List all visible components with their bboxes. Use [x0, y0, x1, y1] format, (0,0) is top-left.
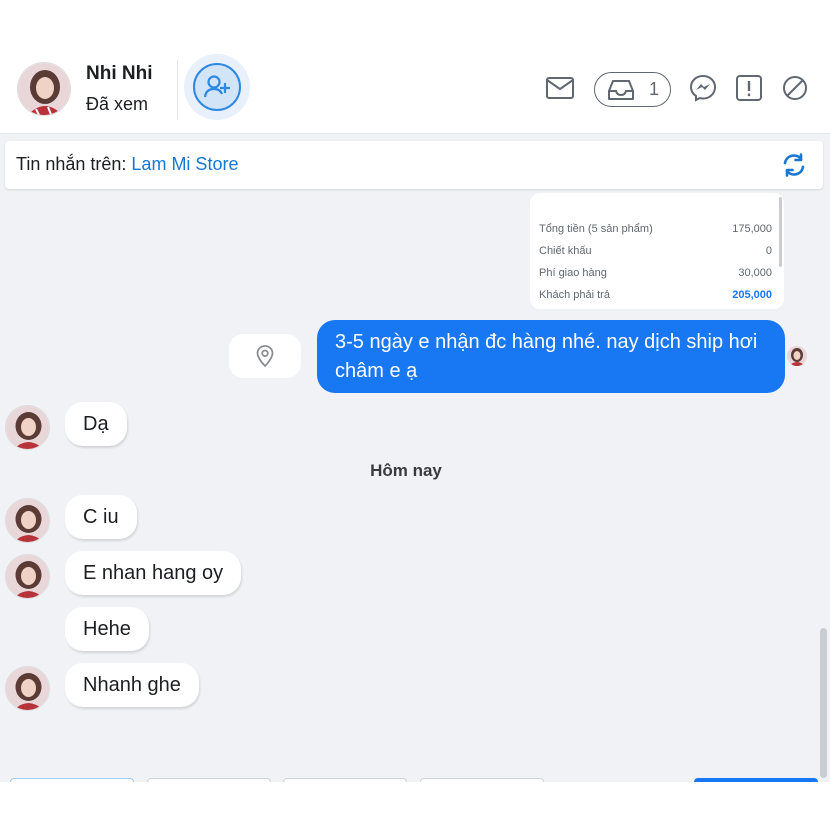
inbox-count: 1 [649, 79, 660, 99]
info-bar-text: Tin nhắn trên: Lam Mi Store [16, 154, 238, 175]
order-row-payable: Khách phải trả 205,000 [539, 289, 772, 301]
order-value: 175,000 [732, 223, 772, 235]
chat-window: Nhi Nhi Đã xem 1 Tin nhắn trên: Lam Mi S… [0, 48, 830, 782]
inbox-icon [608, 79, 634, 100]
incoming-message[interactable]: E nhan hang oy [65, 551, 242, 595]
chat-header: Nhi Nhi Đã xem 1 [0, 48, 830, 134]
incoming-message[interactable]: Hehe [65, 607, 149, 651]
order-value: 0 [765, 245, 772, 257]
order-label: Khách phải trả [539, 289, 610, 301]
info-prefix: Tin nhắn trên: [16, 154, 127, 174]
order-label: Chiết khấu [539, 245, 592, 257]
store-link[interactable]: Lam Mi Store [131, 154, 238, 174]
contact-avatar[interactable] [17, 62, 71, 116]
header-divider [177, 60, 178, 120]
top-margin [0, 0, 830, 48]
order-label: Phí giao hàng [539, 267, 607, 279]
inbox-button[interactable]: 1 [594, 72, 671, 107]
refresh-button[interactable] [781, 152, 807, 178]
messenger-icon [689, 74, 717, 102]
chat-scrollbar[interactable] [820, 628, 827, 778]
add-friend-button[interactable] [184, 54, 250, 120]
contact-name[interactable]: Nhi Nhi [86, 63, 153, 85]
report-icon [736, 75, 762, 101]
order-row-total: Tổng tiền (5 sản phẩm) 175,000 [539, 223, 772, 235]
page-info-bar: Tin nhắn trên: Lam Mi Store [5, 141, 823, 189]
order-value: 30,000 [738, 267, 772, 279]
incoming-message[interactable]: C iu [65, 495, 137, 539]
mail-icon [546, 77, 574, 99]
bottom-margin [0, 782, 830, 830]
contact-avatar-small[interactable] [5, 498, 50, 543]
order-row-shipping: Phí giao hàng 30,000 [539, 267, 772, 279]
block-icon [783, 76, 807, 100]
report-button[interactable] [733, 72, 765, 104]
contact-avatar-small[interactable] [5, 666, 50, 711]
order-row-discount: Chiết khấu 0 [539, 245, 772, 257]
refresh-icon [783, 153, 805, 177]
messenger-button[interactable] [687, 72, 719, 104]
order-card-scrollbar[interactable] [779, 197, 782, 267]
incoming-message[interactable]: Nhanh ghe [65, 663, 199, 707]
location-button[interactable] [229, 334, 301, 378]
outgoing-message[interactable]: 3-5 ngày e nhận đc hàng nhé. nay dịch sh… [317, 320, 785, 393]
block-button[interactable] [779, 72, 811, 104]
order-summary-card[interactable]: Tổng tiền (5 sản phẩm) 175,000 Chiết khấ… [530, 193, 784, 309]
mail-button[interactable] [544, 72, 576, 104]
sender-avatar [787, 346, 807, 366]
seen-status: Đã xem [86, 94, 149, 114]
add-friend-icon [203, 75, 230, 98]
date-separator: Hôm nay [370, 461, 442, 480]
contact-avatar-small[interactable] [5, 554, 50, 599]
order-value: 205,000 [732, 289, 772, 301]
order-label: Tổng tiền (5 sản phẩm) [539, 223, 653, 235]
incoming-message[interactable]: Dạ [65, 402, 127, 446]
location-pin-icon [256, 345, 274, 368]
contact-avatar-small[interactable] [5, 405, 50, 450]
